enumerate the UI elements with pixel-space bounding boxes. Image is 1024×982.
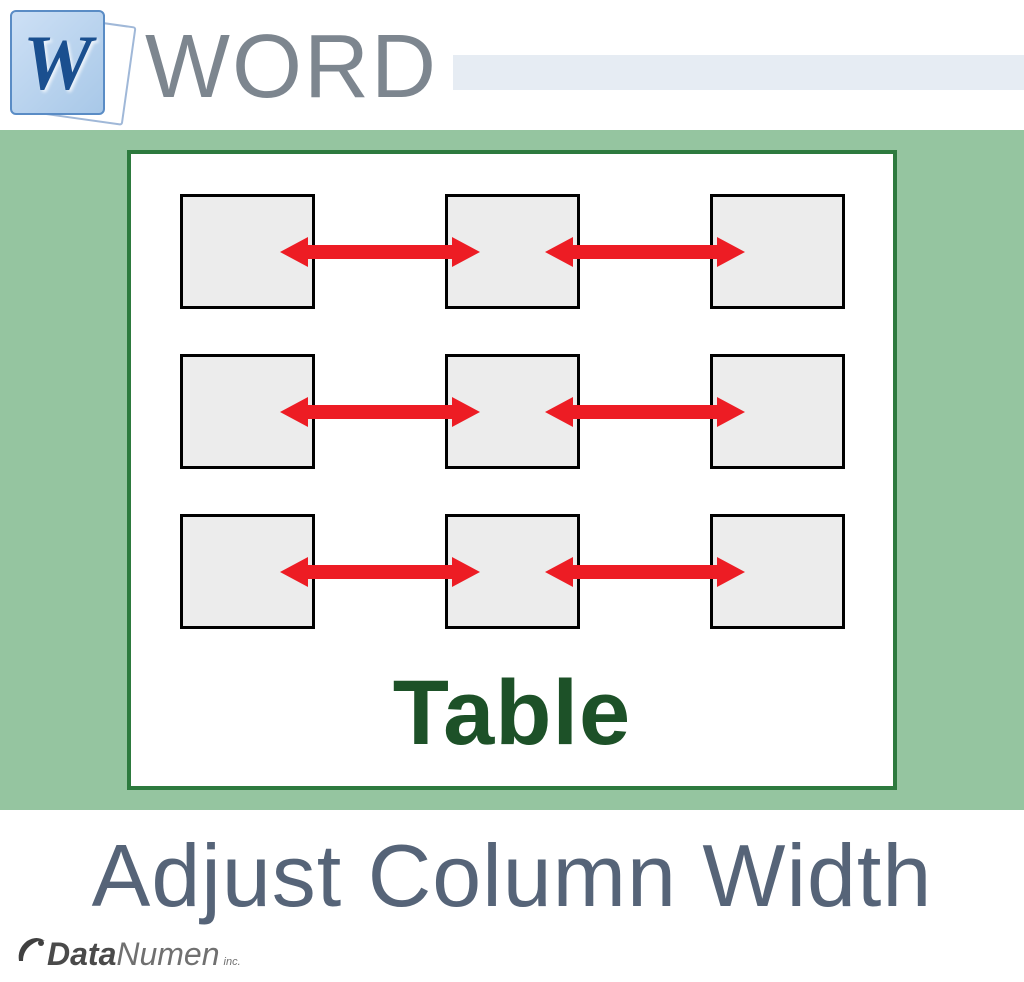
table-row bbox=[176, 354, 848, 469]
table-row bbox=[176, 194, 848, 309]
resize-arrow-left-icon bbox=[545, 552, 645, 592]
column-resize-gap bbox=[580, 514, 710, 629]
column-resize-gap bbox=[580, 354, 710, 469]
resize-arrow-right-icon bbox=[380, 552, 480, 592]
table-row bbox=[176, 514, 848, 629]
word-icon-letter: W bbox=[23, 18, 92, 108]
column-resize-gap bbox=[580, 194, 710, 309]
brand-swoosh-icon bbox=[15, 932, 49, 977]
resize-arrow-right-icon bbox=[645, 392, 745, 432]
table-grid bbox=[176, 194, 848, 629]
header-decorative-bar bbox=[453, 55, 1024, 90]
diagram-label: Table bbox=[176, 661, 848, 766]
resize-arrow-left-icon bbox=[545, 232, 645, 272]
resize-arrow-left-icon bbox=[280, 232, 380, 272]
brand-suffix: inc. bbox=[224, 956, 241, 968]
resize-arrow-right-icon bbox=[380, 232, 480, 272]
column-resize-gap bbox=[315, 354, 445, 469]
resize-arrow-right-icon bbox=[645, 552, 745, 592]
resize-arrow-right-icon bbox=[645, 232, 745, 272]
brand-logo: DataNumen inc. bbox=[0, 932, 1024, 977]
resize-arrow-left-icon bbox=[280, 392, 380, 432]
resize-arrow-right-icon bbox=[380, 392, 480, 432]
brand-name: DataNumen bbox=[47, 936, 220, 973]
column-resize-gap bbox=[315, 514, 445, 629]
column-resize-gap bbox=[315, 194, 445, 309]
table-diagram-box: Table bbox=[127, 150, 897, 790]
header-title: WORD bbox=[145, 16, 438, 119]
footer-title: Adjust Column Width bbox=[0, 810, 1024, 932]
header: W WORD bbox=[0, 0, 1024, 130]
word-app-icon: W bbox=[10, 10, 130, 125]
resize-arrow-left-icon bbox=[545, 392, 645, 432]
resize-arrow-left-icon bbox=[280, 552, 380, 592]
diagram-panel: Table bbox=[0, 130, 1024, 810]
